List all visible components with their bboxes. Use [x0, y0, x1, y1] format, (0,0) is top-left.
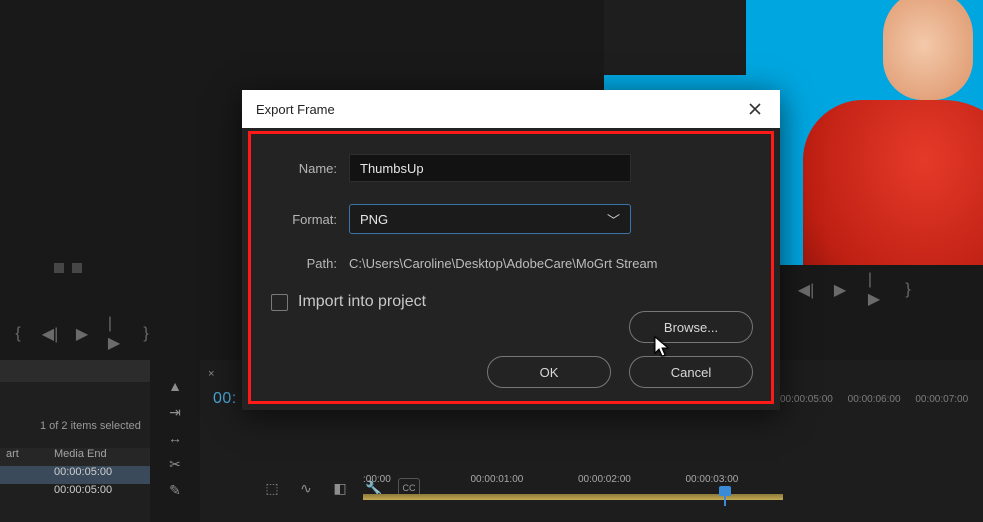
link-icon[interactable]: ∿: [296, 478, 316, 498]
ripple-tool-icon[interactable]: ↔: [165, 428, 185, 448]
timeline-scrub-area[interactable]: [363, 488, 783, 502]
preview-blank-area: [604, 0, 746, 75]
dialog-body: Name: ThumbsUp Format: PNG ﹀ Path: C:\Us…: [251, 134, 771, 401]
project-row[interactable]: 00:00:05:00: [0, 484, 150, 502]
mark-out-icon[interactable]: }: [902, 284, 914, 296]
program-transport-controls: ◀| ▶ |▶ }: [800, 279, 983, 301]
path-label: Path:: [271, 256, 337, 271]
project-row[interactable]: 00:00:05:00: [0, 466, 150, 484]
playhead-icon[interactable]: [719, 486, 731, 506]
ok-button-label: OK: [540, 365, 559, 380]
cancel-button[interactable]: Cancel: [629, 356, 753, 388]
play-icon[interactable]: ▶: [76, 328, 88, 340]
play-icon[interactable]: ▶: [834, 284, 846, 296]
path-value: C:\Users\Caroline\Desktop\AdobeCare\MoGr…: [349, 256, 658, 271]
close-icon[interactable]: [744, 98, 766, 120]
sequence-tab[interactable]: [208, 368, 218, 380]
step-fwd-icon[interactable]: |▶: [868, 284, 880, 296]
timeline-ruler-visible: 00:00:05:00 00:00:06:00 00:00:07:00: [780, 394, 983, 412]
format-select-value: PNG: [360, 212, 388, 227]
name-label: Name:: [271, 161, 337, 176]
marker-icon[interactable]: ◧: [330, 478, 350, 498]
col-b-label: Media End: [50, 448, 107, 466]
ruler-tick: 00:00:07:00: [915, 394, 983, 412]
checkbox-icon: [271, 294, 288, 311]
cell: 00:00:05:00: [50, 484, 112, 502]
project-panel-tabs[interactable]: [0, 360, 150, 382]
ok-button[interactable]: OK: [487, 356, 611, 388]
cell: [0, 484, 50, 502]
ruler-tick: 00:00:05:00: [780, 394, 848, 412]
step-back-icon[interactable]: ◀|: [800, 284, 812, 296]
export-frame-dialog: Export Frame Name: ThumbsUp Format: PNG …: [242, 90, 780, 410]
tool-column: ▲ ⇥ ↔ ✂ ✎: [160, 370, 190, 506]
step-fwd-icon[interactable]: |▶: [108, 328, 120, 340]
ruler-tick: 00:00:06:00: [848, 394, 916, 412]
col-a-label: art: [0, 448, 50, 466]
selection-tool-icon[interactable]: ▲: [165, 376, 185, 396]
project-columns[interactable]: art Media End: [0, 448, 150, 466]
magnet-icon[interactable]: ⬚: [262, 478, 282, 498]
panel-icons: [54, 263, 82, 273]
format-label: Format:: [271, 212, 337, 227]
preview-person: [793, 0, 983, 265]
pen-tool-icon[interactable]: ✎: [165, 480, 185, 500]
mark-out-icon[interactable]: }: [140, 328, 152, 340]
name-input[interactable]: ThumbsUp: [349, 154, 631, 182]
chevron-down-icon: ﹀: [607, 210, 620, 229]
name-input-value: ThumbsUp: [360, 161, 424, 176]
step-back-icon[interactable]: ◀|: [44, 328, 56, 340]
track-select-tool-icon[interactable]: ⇥: [165, 402, 185, 422]
source-transport-controls: { ◀| ▶ |▶ }: [12, 323, 192, 345]
cell: [0, 466, 50, 484]
cancel-button-label: Cancel: [671, 365, 711, 380]
dialog-titlebar[interactable]: Export Frame: [242, 90, 780, 128]
razor-tool-icon[interactable]: ✂: [165, 454, 185, 474]
mark-in-icon[interactable]: {: [12, 328, 24, 340]
browse-button-label: Browse...: [664, 320, 718, 335]
import-into-project-checkbox[interactable]: Import into project: [271, 293, 751, 311]
timeline-timecode[interactable]: 00:: [213, 390, 237, 408]
import-label: Import into project: [298, 293, 426, 311]
browse-button[interactable]: Browse...: [629, 311, 753, 343]
format-select[interactable]: PNG ﹀: [349, 204, 631, 234]
selection-count: 1 of 2 items selected: [40, 420, 141, 432]
dialog-title: Export Frame: [256, 102, 335, 117]
cell: 00:00:05:00: [50, 466, 112, 484]
